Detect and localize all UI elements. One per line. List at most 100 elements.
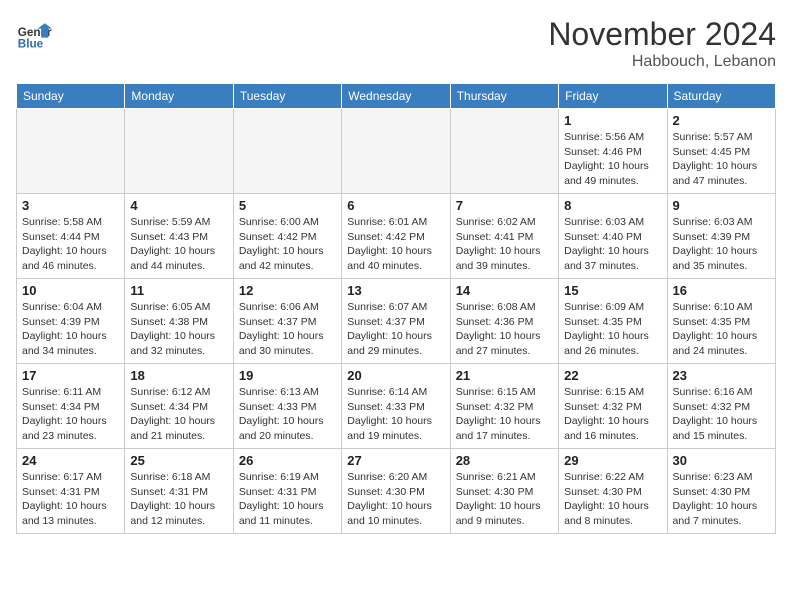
day-number: 14 xyxy=(456,283,553,298)
calendar-cell: 26Sunrise: 6:19 AM Sunset: 4:31 PM Dayli… xyxy=(233,449,341,534)
day-info: Sunrise: 6:03 AM Sunset: 4:40 PM Dayligh… xyxy=(564,215,661,274)
day-info: Sunrise: 6:16 AM Sunset: 4:32 PM Dayligh… xyxy=(673,385,770,444)
calendar-cell: 10 Sunrise: 6:04 AM Sunset: 4:39 PM Dayli… xyxy=(17,279,125,364)
calendar-cell: 22 Sunrise: 6:15 AM Sunset: 4:32 PM Dayli… xyxy=(559,364,667,449)
col-header-tuesday: Tuesday xyxy=(233,84,341,109)
calendar-cell: 25 Sunrise: 6:18 AM Sunset: 4:31 PM Dayli… xyxy=(125,449,233,534)
title-block: November 2024 Habbouch, Lebanon xyxy=(548,16,776,71)
calendar-table: SundayMondayTuesdayWednesdayThursdayFrid… xyxy=(16,83,776,534)
calendar-cell xyxy=(125,109,233,194)
week-row-4: 17Sunrise: 6:11 AM Sunset: 4:34 PM Dayli… xyxy=(17,364,776,449)
col-header-friday: Friday xyxy=(559,84,667,109)
day-info: Sunrise: 6:20 AM Sunset: 4:30 PM Dayligh… xyxy=(347,470,444,529)
logo-icon: General Blue xyxy=(16,16,52,52)
day-number: 1 xyxy=(564,113,661,128)
day-number: 22 xyxy=(564,368,661,383)
calendar-cell: 19 Sunrise: 6:13 AM Sunset: 4:33 PM Dayli… xyxy=(233,364,341,449)
calendar-cell: 11 Sunrise: 6:05 AM Sunset: 4:38 PM Dayli… xyxy=(125,279,233,364)
calendar-cell: 8 Sunrise: 6:03 AM Sunset: 4:40 PM Daylig… xyxy=(559,194,667,279)
week-row-3: 10 Sunrise: 6:04 AM Sunset: 4:39 PM Dayli… xyxy=(17,279,776,364)
day-info: Sunrise: 6:19 AM Sunset: 4:31 PM Dayligh… xyxy=(239,470,336,529)
day-number: 4 xyxy=(130,198,227,213)
day-number: 23 xyxy=(673,368,770,383)
day-info: Sunrise: 6:04 AM Sunset: 4:39 PM Dayligh… xyxy=(22,300,119,359)
calendar-cell: 6 Sunrise: 6:01 AM Sunset: 4:42 PM Daylig… xyxy=(342,194,450,279)
day-info: Sunrise: 6:09 AM Sunset: 4:35 PM Dayligh… xyxy=(564,300,661,359)
day-number: 19 xyxy=(239,368,336,383)
calendar-cell: 21 Sunrise: 6:15 AM Sunset: 4:32 PM Dayli… xyxy=(450,364,558,449)
day-number: 6 xyxy=(347,198,444,213)
day-info: Sunrise: 5:58 AM Sunset: 4:44 PM Dayligh… xyxy=(22,215,119,274)
calendar-cell xyxy=(450,109,558,194)
calendar-cell: 23 Sunrise: 6:16 AM Sunset: 4:32 PM Dayli… xyxy=(667,364,775,449)
calendar-cell: 13 Sunrise: 6:07 AM Sunset: 4:37 PM Dayli… xyxy=(342,279,450,364)
day-number: 21 xyxy=(456,368,553,383)
col-header-sunday: Sunday xyxy=(17,84,125,109)
day-number: 8 xyxy=(564,198,661,213)
day-number: 16 xyxy=(673,283,770,298)
day-number: 27 xyxy=(347,453,444,468)
calendar-cell: 12Sunrise: 6:06 AM Sunset: 4:37 PM Dayli… xyxy=(233,279,341,364)
day-info: Sunrise: 6:02 AM Sunset: 4:41 PM Dayligh… xyxy=(456,215,553,274)
day-info: Sunrise: 6:05 AM Sunset: 4:38 PM Dayligh… xyxy=(130,300,227,359)
day-number: 13 xyxy=(347,283,444,298)
month-title: November 2024 xyxy=(548,16,776,53)
col-header-wednesday: Wednesday xyxy=(342,84,450,109)
day-info: Sunrise: 6:23 AM Sunset: 4:30 PM Dayligh… xyxy=(673,470,770,529)
svg-text:Blue: Blue xyxy=(18,38,44,51)
day-info: Sunrise: 5:57 AM Sunset: 4:45 PM Dayligh… xyxy=(673,130,770,189)
col-header-thursday: Thursday xyxy=(450,84,558,109)
day-info: Sunrise: 6:01 AM Sunset: 4:42 PM Dayligh… xyxy=(347,215,444,274)
day-number: 10 xyxy=(22,283,119,298)
day-number: 3 xyxy=(22,198,119,213)
calendar-cell: 29 Sunrise: 6:22 AM Sunset: 4:30 PM Dayli… xyxy=(559,449,667,534)
day-number: 9 xyxy=(673,198,770,213)
day-info: Sunrise: 5:59 AM Sunset: 4:43 PM Dayligh… xyxy=(130,215,227,274)
day-info: Sunrise: 6:22 AM Sunset: 4:30 PM Dayligh… xyxy=(564,470,661,529)
day-number: 11 xyxy=(130,283,227,298)
day-number: 29 xyxy=(564,453,661,468)
day-number: 5 xyxy=(239,198,336,213)
calendar-cell: 7Sunrise: 6:02 AM Sunset: 4:41 PM Daylig… xyxy=(450,194,558,279)
calendar-cell: 28 Sunrise: 6:21 AM Sunset: 4:30 PM Dayli… xyxy=(450,449,558,534)
calendar-cell: 15 Sunrise: 6:09 AM Sunset: 4:35 PM Dayli… xyxy=(559,279,667,364)
day-info: Sunrise: 6:00 AM Sunset: 4:42 PM Dayligh… xyxy=(239,215,336,274)
day-number: 15 xyxy=(564,283,661,298)
day-info: Sunrise: 6:15 AM Sunset: 4:32 PM Dayligh… xyxy=(456,385,553,444)
calendar-cell xyxy=(342,109,450,194)
calendar-cell: 17Sunrise: 6:11 AM Sunset: 4:34 PM Dayli… xyxy=(17,364,125,449)
day-number: 18 xyxy=(130,368,227,383)
calendar-cell xyxy=(233,109,341,194)
day-info: Sunrise: 6:21 AM Sunset: 4:30 PM Dayligh… xyxy=(456,470,553,529)
calendar-cell: 14Sunrise: 6:08 AM Sunset: 4:36 PM Dayli… xyxy=(450,279,558,364)
location-title: Habbouch, Lebanon xyxy=(548,53,776,71)
day-number: 2 xyxy=(673,113,770,128)
calendar-cell: 16 Sunrise: 6:10 AM Sunset: 4:35 PM Dayli… xyxy=(667,279,775,364)
calendar-cell: 1 Sunrise: 5:56 AM Sunset: 4:46 PM Daylig… xyxy=(559,109,667,194)
day-info: Sunrise: 6:07 AM Sunset: 4:37 PM Dayligh… xyxy=(347,300,444,359)
calendar-cell: 18 Sunrise: 6:12 AM Sunset: 4:34 PM Dayli… xyxy=(125,364,233,449)
day-info: Sunrise: 6:13 AM Sunset: 4:33 PM Dayligh… xyxy=(239,385,336,444)
calendar-cell: 3 Sunrise: 5:58 AM Sunset: 4:44 PM Daylig… xyxy=(17,194,125,279)
day-info: Sunrise: 6:17 AM Sunset: 4:31 PM Dayligh… xyxy=(22,470,119,529)
day-info: Sunrise: 6:15 AM Sunset: 4:32 PM Dayligh… xyxy=(564,385,661,444)
page-header: General Blue November 2024 Habbouch, Leb… xyxy=(16,16,776,71)
col-header-monday: Monday xyxy=(125,84,233,109)
day-number: 30 xyxy=(673,453,770,468)
week-row-5: 24 Sunrise: 6:17 AM Sunset: 4:31 PM Dayli… xyxy=(17,449,776,534)
day-info: Sunrise: 5:56 AM Sunset: 4:46 PM Dayligh… xyxy=(564,130,661,189)
calendar-cell: 4 Sunrise: 5:59 AM Sunset: 4:43 PM Daylig… xyxy=(125,194,233,279)
day-number: 24 xyxy=(22,453,119,468)
day-info: Sunrise: 6:12 AM Sunset: 4:34 PM Dayligh… xyxy=(130,385,227,444)
calendar-cell: 5 Sunrise: 6:00 AM Sunset: 4:42 PM Daylig… xyxy=(233,194,341,279)
calendar-cell: 2 Sunrise: 5:57 AM Sunset: 4:45 PM Daylig… xyxy=(667,109,775,194)
day-number: 25 xyxy=(130,453,227,468)
calendar-cell: 9Sunrise: 6:03 AM Sunset: 4:39 PM Daylig… xyxy=(667,194,775,279)
col-header-saturday: Saturday xyxy=(667,84,775,109)
day-info: Sunrise: 6:10 AM Sunset: 4:35 PM Dayligh… xyxy=(673,300,770,359)
day-info: Sunrise: 6:06 AM Sunset: 4:37 PM Dayligh… xyxy=(239,300,336,359)
day-number: 28 xyxy=(456,453,553,468)
day-info: Sunrise: 6:18 AM Sunset: 4:31 PM Dayligh… xyxy=(130,470,227,529)
calendar-cell xyxy=(17,109,125,194)
day-info: Sunrise: 6:14 AM Sunset: 4:33 PM Dayligh… xyxy=(347,385,444,444)
